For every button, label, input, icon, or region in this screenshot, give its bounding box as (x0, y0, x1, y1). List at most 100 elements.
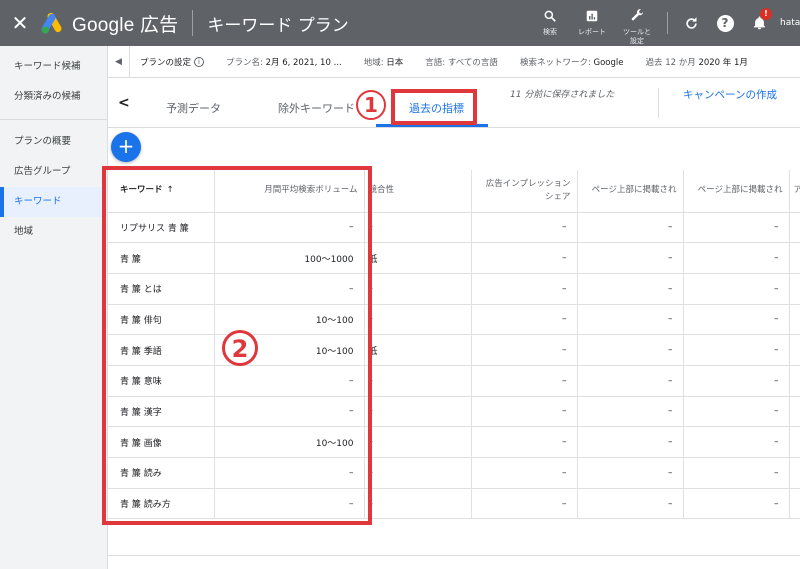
top-actions: 検索 レポート ツールと設定 ? ! hatar (529, 0, 800, 46)
search-action[interactable]: 検索 (529, 0, 571, 37)
bid-low-cell: – (577, 304, 684, 336)
search-action-label: 検索 (543, 28, 557, 36)
bid-high-cell: – (683, 273, 790, 305)
report-icon (586, 10, 598, 22)
region-field[interactable]: 地域: 日本 (364, 56, 404, 68)
plan-settings-bar: ◀ プランの設定 i プラン名: 2月 6, 2021, 10 ... 地域: … (108, 46, 800, 78)
share-cell: – (471, 212, 578, 244)
bid-low-cell: – (577, 488, 684, 520)
add-keyword-button[interactable]: + (111, 132, 141, 162)
notifications-button[interactable]: ! (742, 0, 776, 46)
extra-cell (789, 334, 800, 366)
topbar-divider (192, 10, 194, 36)
bid-high-cell: – (683, 365, 790, 397)
competition-cell: – (364, 457, 472, 489)
extra-cell (789, 426, 800, 458)
sidebar-item-keyword-ideas[interactable]: キーワード候補 (0, 52, 107, 82)
share-cell: – (471, 365, 578, 397)
help-icon: ? (716, 14, 734, 32)
column-header-impression-share[interactable]: 広告インプレッション シェア (471, 170, 578, 213)
annotation-box-tab (391, 89, 477, 125)
help-button[interactable]: ? (708, 0, 742, 46)
period-value: 2020 年 1月 (698, 57, 748, 68)
create-campaign-link[interactable]: キャンペーンの作成 (680, 88, 780, 103)
actions-divider (667, 12, 668, 34)
competition-cell: – (364, 426, 472, 458)
report-action[interactable]: レポート (571, 0, 613, 37)
extra-cell (789, 273, 800, 305)
back-chevron-icon[interactable]: < (118, 95, 130, 111)
network-value: Google (593, 57, 624, 68)
bid-low-cell: – (577, 396, 684, 428)
share-cell: – (471, 396, 578, 428)
annotation-marker-1: 1 (356, 90, 386, 120)
column-header-top-bid-high[interactable]: ページ上部に掲載され (683, 170, 790, 213)
extra-cell (789, 488, 800, 520)
extra-cell (789, 212, 800, 244)
extra-cell (789, 304, 800, 336)
period-label: 過去 12 か月 (645, 57, 696, 68)
tab-negative-keywords[interactable]: 除外キーワード (278, 100, 355, 116)
share-cell: – (471, 457, 578, 489)
share-cell: – (471, 242, 578, 274)
bid-low-cell: – (577, 242, 684, 274)
refresh-button[interactable] (674, 0, 708, 46)
collapse-left-icon[interactable]: ◀ (108, 46, 130, 77)
refresh-icon (685, 16, 697, 29)
sidebar-item-grouped-ideas[interactable]: 分類済みの候補 (0, 82, 107, 112)
share-cell: – (471, 273, 578, 305)
search-icon (544, 10, 556, 22)
notification-badge: ! (760, 8, 772, 20)
plan-name-field[interactable]: プラン名: 2月 6, 2021, 10 ... (226, 56, 342, 68)
bid-high-cell: – (683, 457, 790, 489)
bid-low-cell: – (577, 212, 684, 244)
column-header-competition[interactable]: 競合性 (364, 170, 472, 213)
sidebar-item-locations[interactable]: 地域 (0, 217, 107, 247)
bid-low-cell: – (577, 334, 684, 366)
share-cell: – (471, 334, 578, 366)
plan-name-value: 2月 6, 2021, 10 ... (265, 57, 342, 68)
sidebar-item-plan-overview[interactable]: プランの概要 (0, 127, 107, 157)
account-name[interactable]: hatar (776, 0, 800, 28)
competition-cell: – (364, 304, 472, 336)
competition-cell: – (364, 273, 472, 305)
competition-cell: – (364, 488, 472, 520)
bid-high-cell: – (683, 488, 790, 520)
network-label: 検索ネットワーク: (519, 57, 591, 68)
competition-cell: – (364, 365, 472, 397)
sidebar-item-keywords[interactable]: キーワード (0, 187, 107, 217)
info-icon[interactable]: i (194, 56, 205, 67)
wrench-icon (631, 9, 643, 21)
share-cell: – (471, 426, 578, 458)
share-cell: – (471, 304, 578, 336)
competition-cell: – (364, 396, 472, 428)
bid-high-cell: – (683, 242, 790, 274)
language-label: 言語: (425, 57, 446, 68)
bid-high-cell: – (683, 396, 790, 428)
top-app-bar: ✕ Google 広告 キーワード プラン 検索 レポート ツールと設定 ? !… (0, 0, 800, 46)
column-header-truncated[interactable]: ア (789, 170, 800, 213)
competition-cell: 低 (364, 242, 472, 274)
plan-settings-title[interactable]: プランの設定 (140, 56, 191, 68)
brand-name: Google 広告 (72, 14, 179, 36)
language-field[interactable]: 言語: すべての言語 (425, 56, 498, 68)
tools-action[interactable]: ツールと設定 (613, 0, 661, 46)
plan-name-label: プラン名: (226, 57, 263, 68)
bid-high-cell: – (683, 212, 790, 244)
extra-cell (789, 242, 800, 274)
close-icon[interactable]: ✕ (0, 0, 40, 46)
network-field[interactable]: 検索ネットワーク: Google (520, 56, 624, 68)
tab-forecast[interactable]: 予測データ (166, 100, 221, 116)
sidebar-nav: キーワード候補 分類済みの候補 プランの概要 広告グループ キーワード 地域 (0, 46, 108, 569)
extra-cell (789, 396, 800, 428)
bid-low-cell: – (577, 426, 684, 458)
sidebar-item-ad-groups[interactable]: 広告グループ (0, 157, 107, 187)
column-header-top-bid-low[interactable]: ページ上部に掲載され (577, 170, 684, 213)
page-title: キーワード プラン (207, 15, 349, 36)
share-cell: – (471, 488, 578, 520)
bid-high-cell: – (683, 334, 790, 366)
bid-low-cell: – (577, 273, 684, 305)
annotation-marker-2: 2 (222, 330, 258, 366)
tools-action-label: ツールと設定 (623, 28, 651, 45)
period-field[interactable]: 過去 12 か月 2020 年 1月 (646, 56, 748, 68)
